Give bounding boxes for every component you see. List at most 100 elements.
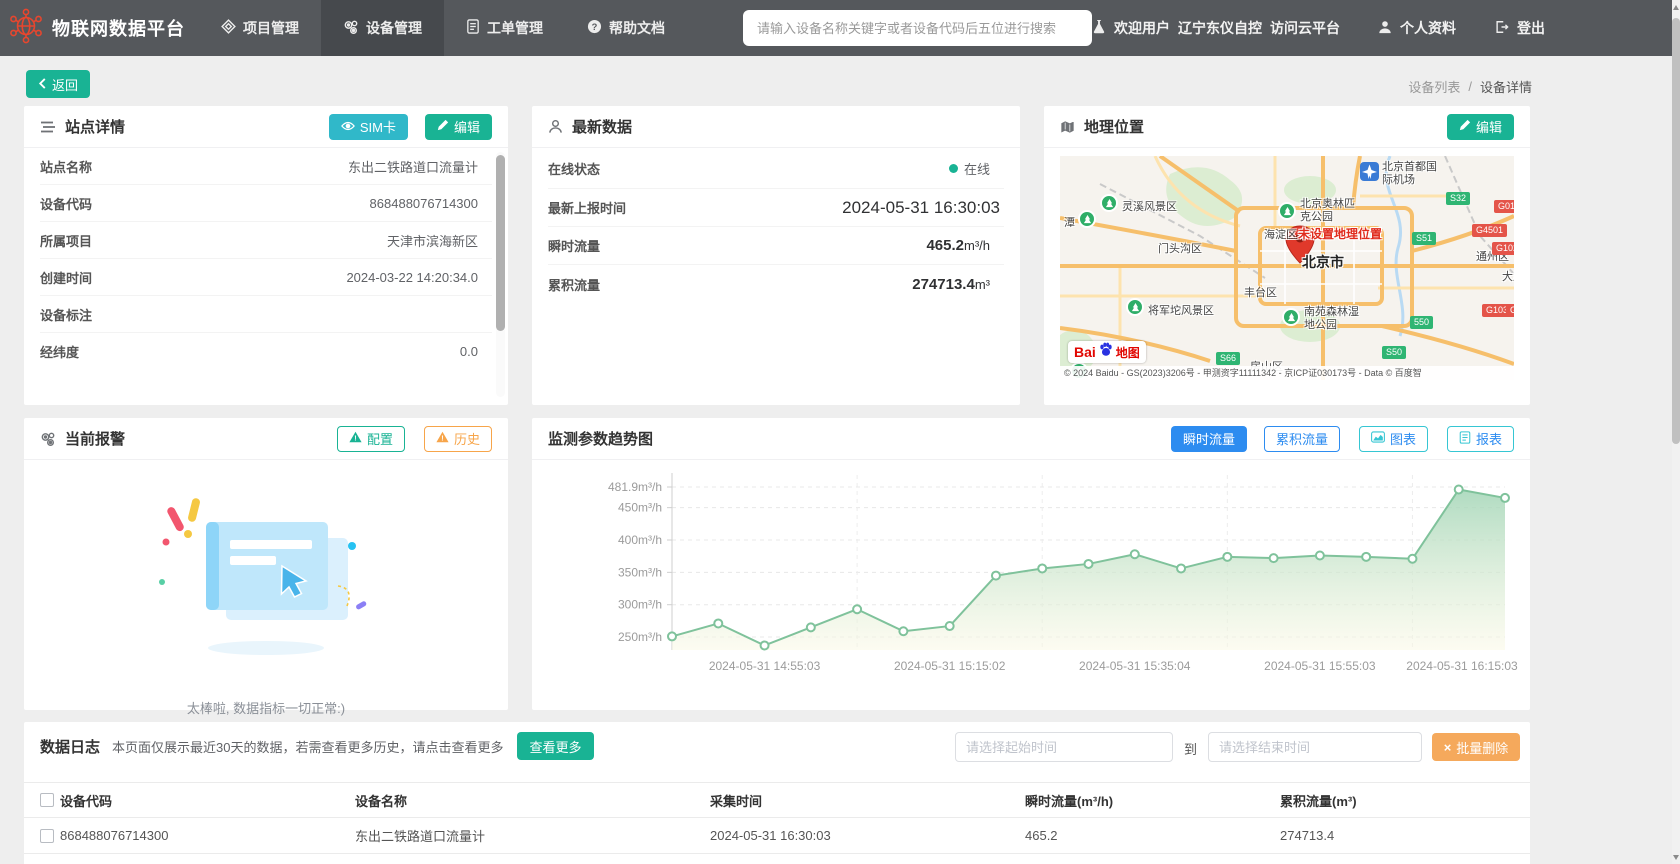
road-badge: S32	[1446, 192, 1471, 205]
svg-text:481.9m³/h: 481.9m³/h	[608, 480, 662, 494]
visit-cloud-link[interactable]: 访问云平台	[1270, 18, 1340, 38]
area-chart-icon	[1371, 431, 1385, 446]
top-navbar: 物联网数据平台 项目管理 设备管理 工单管理 ? 帮助文档 请输入设备名称关键字…	[0, 0, 1672, 56]
svg-text:250m³/h: 250m³/h	[618, 630, 662, 644]
person-icon	[548, 119, 563, 134]
back-button[interactable]: 返回	[26, 70, 91, 98]
view-more-button[interactable]: 查看更多	[517, 732, 594, 760]
baidu-map[interactable]: 北京首都国际机场 灵溪风景区 北京奥林匹克公园 潭 门头沟区 海淀区 未设置地理…	[1060, 156, 1514, 380]
start-time-input[interactable]	[955, 732, 1173, 762]
current-alarm-card: 当前报警 ! 配置 ! 历史 太棒啦, 数据指标一切正常:)	[24, 418, 508, 716]
nav-item-projects[interactable]: 项目管理	[199, 0, 321, 56]
back-chevron-icon	[38, 77, 47, 92]
app-logo[interactable]	[0, 7, 52, 50]
close-icon: ×	[1443, 739, 1452, 755]
alarm-header: 当前报警 ! 配置 ! 历史	[24, 418, 508, 460]
column-header: 瞬时流量(m³/h)	[1025, 793, 1114, 809]
company-name: 辽宁东仪自控	[1178, 20, 1262, 36]
status-badge: 在线	[948, 159, 1004, 178]
latest-data-body: 在线状态 在线 最新上报时间 2024-05-31 16:30:03 瞬时流量 …	[532, 148, 1020, 303]
report-view-button[interactable]: 报表	[1446, 425, 1514, 452]
trend-chart-card: 监测参数趋势图 瞬时流量 累积流量 图表 报表 481.9m³/h 450m³/h…	[532, 418, 1530, 710]
park-pin-icon	[1078, 210, 1096, 228]
alarm-history-button[interactable]: ! 历史	[423, 425, 492, 452]
location-title: 地理位置	[1084, 119, 1145, 136]
batch-delete-button[interactable]: × 批量删除	[1432, 733, 1520, 761]
site-details-body: 站点名称 东出二铁路道口流量计 设备代码 868488076714300 所属项目天…	[24, 148, 508, 370]
breadcrumb-separator: /	[1468, 79, 1472, 94]
road-badge: G0121	[1494, 200, 1514, 213]
scroll-down-icon[interactable]	[1672, 850, 1680, 864]
chart-view-button[interactable]: 图表	[1358, 425, 1428, 452]
svg-text:!: !	[441, 434, 443, 443]
logout-link[interactable]: 登出	[1494, 18, 1545, 38]
no-alarm-illustration	[159, 498, 367, 655]
svg-text:450m³/h: 450m³/h	[618, 501, 662, 515]
trend-line-chart[interactable]: 481.9m³/h 450m³/h 400m³/h 350m³/h 300m³/h 250…	[532, 462, 1530, 710]
diamond-icon	[221, 19, 236, 37]
table-header-row: 设备代码 设备名称 采集时间 瞬时流量(m³/h) 累积流量(m³)	[24, 782, 1530, 818]
site-edit-button[interactable]: 编辑	[424, 113, 492, 140]
nav-item-workorders[interactable]: 工单管理	[444, 0, 565, 56]
park-pin-icon	[1278, 202, 1296, 220]
edit-icon	[1459, 119, 1471, 134]
profile-link[interactable]: 个人资料	[1378, 18, 1456, 38]
svg-text:2024-05-31 15:35:04: 2024-05-31 15:35:04	[1079, 659, 1191, 673]
svg-text:!: !	[354, 434, 356, 443]
alarm-config-button[interactable]: ! 配置	[336, 425, 405, 452]
end-time-input[interactable]	[1208, 732, 1422, 762]
site-details-card: 站点详情 SIM卡 编辑 站点名称 东出二铁路道口流量计 设备代码 86848807…	[24, 106, 508, 405]
column-header: 设备名称	[355, 793, 408, 809]
svg-text:400m³/h: 400m³/h	[618, 533, 662, 547]
park-pin-icon	[1282, 308, 1300, 326]
alarm-empty-text: 太棒啦, 数据指标一切正常:)	[186, 701, 346, 716]
instant-flow-tab[interactable]: 瞬时流量	[1170, 425, 1247, 452]
svg-text:2024-05-31 15:55:03: 2024-05-31 15:55:03	[1264, 659, 1376, 673]
detail-row: 所属项目 天津市滨海新区	[40, 222, 492, 259]
row-checkbox[interactable]	[40, 828, 54, 843]
gears-icon	[40, 431, 56, 447]
detail-row: 创建时间 2024-03-22 14:20:34.0	[40, 259, 492, 296]
nav-item-help[interactable]: ? 帮助文档	[565, 0, 687, 56]
card-scrollbar-thumb[interactable]	[496, 155, 505, 331]
column-header: 累积流量(m³)	[1280, 793, 1357, 809]
svg-text:2024-05-31 15:15:02: 2024-05-31 15:15:02	[894, 659, 1006, 673]
logout-icon	[1494, 20, 1509, 37]
welcome-text: 欢迎用户	[1114, 20, 1170, 36]
page-scrollbar[interactable]	[1672, 0, 1680, 864]
map-label: 潭	[1064, 217, 1075, 229]
table-row[interactable]: 868488076714300 东出二铁路道口流量计 2024-05-31 16…	[24, 818, 1530, 854]
nav-item-devices[interactable]: 设备管理	[321, 0, 445, 56]
data-log-card: 数据日志 本页面仅展示最近30天的数据，若需查看更多历史，请点击查看更多 查看更…	[24, 722, 1530, 864]
site-details-title: 站点详情	[65, 119, 126, 136]
svg-text:350m³/h: 350m³/h	[618, 565, 662, 579]
map-copyright: © 2024 Baidu - GS(2023)3206号 - 甲测资字11111…	[1060, 366, 1514, 380]
site-details-header: 站点详情 SIM卡 编辑	[24, 106, 508, 148]
status-row: 在线状态 在线	[548, 148, 1004, 189]
table-row-partial[interactable]	[24, 854, 1530, 864]
total-flow-tab[interactable]: 累积流量	[1263, 425, 1340, 452]
alarm-title: 当前报警	[65, 431, 126, 448]
data-log-note: 本页面仅展示最近30天的数据，若需查看更多历史，请点击查看更多	[112, 739, 504, 755]
scroll-up-icon[interactable]	[1672, 0, 1680, 14]
road-badge: S66	[1216, 352, 1241, 365]
latest-data-title: 最新数据	[572, 119, 633, 136]
location-edit-button[interactable]: 编辑	[1446, 113, 1514, 140]
breadcrumb-device-list[interactable]: 设备列表	[1408, 77, 1460, 96]
road-badge: S51	[1412, 232, 1437, 245]
breadcrumb-current: 设备详情	[1479, 80, 1532, 95]
welcome-segment: 欢迎用户 辽宁东仪自控 访问云平台	[1092, 18, 1340, 38]
select-all-checkbox[interactable]	[40, 793, 54, 807]
device-search-input[interactable]	[743, 10, 1092, 46]
column-header: 设备代码	[60, 793, 113, 809]
map-label: 海淀区	[1264, 229, 1297, 241]
document-icon	[466, 19, 480, 37]
app-title: 物联网数据平台	[52, 19, 186, 39]
warning-triangle-icon: !	[349, 431, 362, 446]
detail-row: 设备代码 868488076714300	[40, 185, 492, 222]
detail-row: 经纬度 0.0	[40, 344, 478, 360]
svg-text:2024-05-31 14:55:03: 2024-05-31 14:55:03	[709, 659, 821, 673]
map-label: 大厂	[1502, 271, 1514, 283]
sim-card-button[interactable]: SIM卡	[328, 113, 408, 140]
scrollbar-thumb[interactable]	[1672, 18, 1680, 444]
